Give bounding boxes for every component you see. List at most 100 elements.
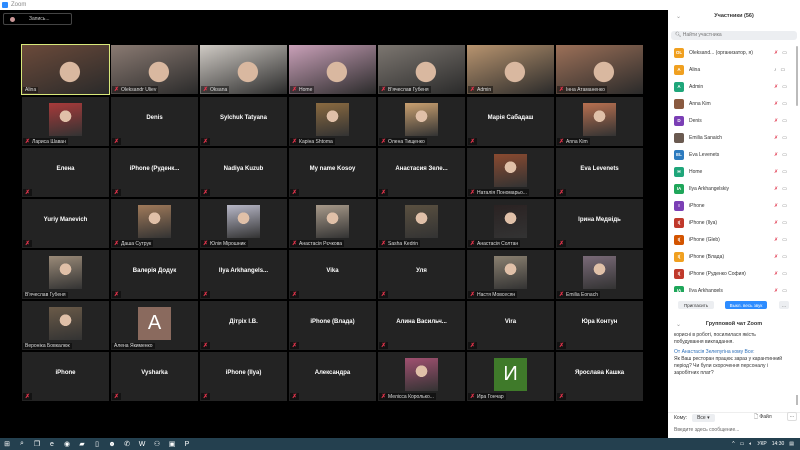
mic-muted-icon[interactable]: ✗ <box>774 186 778 192</box>
mic-muted-icon[interactable]: ✗ <box>774 118 778 124</box>
mic-muted-icon[interactable]: ✗ <box>774 271 778 277</box>
participant-list-item[interactable]: IA Ilya Arkhangelskiy ✗ ▭ <box>668 180 796 197</box>
camera-icon[interactable]: ▭ <box>782 135 787 141</box>
video-tile[interactable]: ✗ В'ячеслав Губеня <box>378 45 465 94</box>
network-icon[interactable]: ⚇ <box>150 438 164 450</box>
video-tile[interactable]: ✗ Наталія Пономарьо... <box>467 148 554 197</box>
video-tile[interactable]: ✗ Лариса Шаван <box>22 97 109 146</box>
camera-icon[interactable]: ▭ <box>782 186 787 192</box>
camera-icon[interactable]: ▭ <box>782 237 787 243</box>
video-tile[interactable]: ✗ Anna Kim <box>556 97 643 146</box>
video-tile[interactable]: Yuriy Manevich ✗ <box>22 199 109 248</box>
video-tile[interactable]: ✗ Emilia Eonach <box>556 250 643 299</box>
more-button[interactable]: ... <box>779 301 789 309</box>
video-tile[interactable]: ✗ Анастасія Рєчкова <box>289 199 376 248</box>
participant-list-item[interactable]: I(iPhone (Gleb) ✗ ▭ <box>668 231 796 248</box>
video-tile[interactable]: Юра Контун ✗ <box>556 301 643 350</box>
camera-icon[interactable]: ▭ <box>782 254 787 260</box>
participant-list-item[interactable]: Emilia Sanaich ✗ ▭ <box>668 129 796 146</box>
mic-muted-icon[interactable]: ✗ <box>774 288 778 293</box>
participant-list-item[interactable]: A Alina ♪ ▭ <box>668 61 796 78</box>
camera-icon[interactable]: ▭ <box>782 118 787 124</box>
search-icon[interactable]: ⌕ <box>15 438 29 450</box>
video-tile[interactable]: Уля ✗ <box>378 250 465 299</box>
video-tile[interactable]: В'ячеслав Губеня <box>22 250 109 299</box>
video-tile[interactable]: My name Kosoy ✗ <box>289 148 376 197</box>
video-tile[interactable]: ✗ Admin <box>467 45 554 94</box>
camera-icon[interactable]: ▭ <box>782 288 787 293</box>
participant-list-item[interactable]: A Admin ✗ ▭ <box>668 78 796 95</box>
video-tile[interactable]: Vira ✗ <box>467 301 554 350</box>
participant-list-item[interactable]: IiPhone ✗ ▭ <box>668 197 796 214</box>
word-icon[interactable]: W <box>135 438 149 450</box>
participant-list-item[interactable]: I(iPhone (Ilya) ✗ ▭ <box>668 214 796 231</box>
participant-list-item[interactable]: I(iPhone (Влада) ✗ ▭ <box>668 248 796 265</box>
camera-icon[interactable]: ▭ <box>782 152 787 158</box>
video-tile[interactable]: Вероніка Бовкалюк <box>22 301 109 350</box>
video-tile[interactable]: Nadiya Kuzub ✗ <box>200 148 287 197</box>
mic-muted-icon[interactable]: ✗ <box>774 203 778 209</box>
video-tile[interactable]: ✗ Юлія Мірошник <box>200 199 287 248</box>
video-tile[interactable]: Ярослава Кашка ✗ <box>556 352 643 401</box>
video-tile[interactable]: ✗ Даша Сутрук <box>111 199 198 248</box>
video-tile[interactable]: Alina <box>21 44 110 95</box>
camera-icon[interactable]: ▭ <box>781 67 786 73</box>
mic-muted-icon[interactable]: ✗ <box>774 220 778 226</box>
chat-more-button[interactable]: ... <box>787 412 797 421</box>
camera-icon[interactable]: ▭ <box>782 101 787 107</box>
video-tile[interactable]: iPhone (Влада) ✗ <box>289 301 376 350</box>
task-view-icon[interactable]: ❐ <box>30 438 44 450</box>
video-tile[interactable]: Марія Сабадаш ✗ <box>467 97 554 146</box>
video-tile[interactable]: И ✗ Ира Гончар <box>467 352 554 401</box>
zoom-icon[interactable]: ▣ <box>165 438 179 450</box>
video-tile[interactable]: ✗ Настя Мовсесян <box>467 250 554 299</box>
participant-list-item[interactable]: OL Oleksand... (организатор, я) ✗ ▭ <box>668 44 796 61</box>
video-tile[interactable]: Ilya Arkhangels... ✗ <box>200 250 287 299</box>
recipient-select[interactable]: Все ▾ <box>692 414 715 422</box>
network-icon[interactable]: ▭ <box>740 441 745 447</box>
video-tile[interactable]: ✗ Мелісса Королько... <box>378 352 465 401</box>
video-tile[interactable]: ✗ Анастасія Солтан <box>467 199 554 248</box>
participant-search-input[interactable]: 🔍︎ Найти участника <box>671 31 797 40</box>
participant-list-item[interactable]: EL Eva Levenets ✗ ▭ <box>668 146 796 163</box>
camera-icon[interactable]: ▭ <box>782 84 787 90</box>
video-tile[interactable]: ✗ Oleksandr Uliev <box>111 45 198 94</box>
video-tile[interactable]: Елена ✗ <box>22 148 109 197</box>
mute-all-button[interactable]: Выкл. весь звук <box>725 301 767 309</box>
windows-start-icon[interactable]: ⊞ <box>0 438 14 450</box>
chat-scrollbar[interactable] <box>796 395 798 405</box>
camera-icon[interactable]: ▭ <box>782 203 787 209</box>
video-tile[interactable]: Sylchuk Tatyana ✗ <box>200 97 287 146</box>
video-tile[interactable]: A Алена Якименко <box>111 301 198 350</box>
video-tile[interactable]: Александра ✗ <box>289 352 376 401</box>
invite-button[interactable]: Пригласить <box>678 301 714 309</box>
mic-muted-icon[interactable]: ✗ <box>774 84 778 90</box>
video-tile[interactable]: Анастасия Зеле... ✗ <box>378 148 465 197</box>
chat-input[interactable]: Введите здесь сообщение... <box>674 427 739 433</box>
app-icon[interactable]: ☻ <box>105 438 119 450</box>
video-tile[interactable]: ✗ Інна Атаманенко <box>556 45 643 94</box>
edge-icon[interactable]: e <box>45 438 59 450</box>
camera-icon[interactable]: ▭ <box>782 50 787 56</box>
notifications-icon[interactable]: ▤ <box>789 441 794 447</box>
video-tile[interactable]: ✗ Олена Тищенко <box>378 97 465 146</box>
participant-list-item[interactable]: D Denis ✗ ▭ <box>668 112 796 129</box>
participants-scrollbar[interactable] <box>796 46 798 106</box>
language-indicator[interactable]: УКР <box>757 441 766 447</box>
mic-icon[interactable]: ♪ <box>774 67 777 73</box>
powerpoint-icon[interactable]: P <box>180 438 194 450</box>
mic-muted-icon[interactable]: ✗ <box>774 135 778 141</box>
viber-icon[interactable]: ✆ <box>120 438 134 450</box>
file-button[interactable]: 🗋 Файл <box>754 414 772 422</box>
camera-icon[interactable]: ▭ <box>782 271 787 277</box>
camera-icon[interactable]: ▭ <box>782 220 787 226</box>
video-tile[interactable]: ✗ Home <box>289 45 376 94</box>
participant-list-item[interactable]: I(iPhone (Руденко София) ✗ ▭ <box>668 265 796 282</box>
participant-list-item[interactable]: H Home ✗ ▭ <box>668 163 796 180</box>
volume-icon[interactable]: 🔈︎ <box>749 441 752 447</box>
video-tile[interactable]: Дітріх І.В. ✗ <box>200 301 287 350</box>
video-tile[interactable]: Vysharka ✗ <box>111 352 198 401</box>
video-tile[interactable]: ✗ Каріна Shtoma <box>289 97 376 146</box>
video-tile[interactable]: Denis ✗ <box>111 97 198 146</box>
chrome-icon[interactable]: ◉ <box>60 438 74 450</box>
